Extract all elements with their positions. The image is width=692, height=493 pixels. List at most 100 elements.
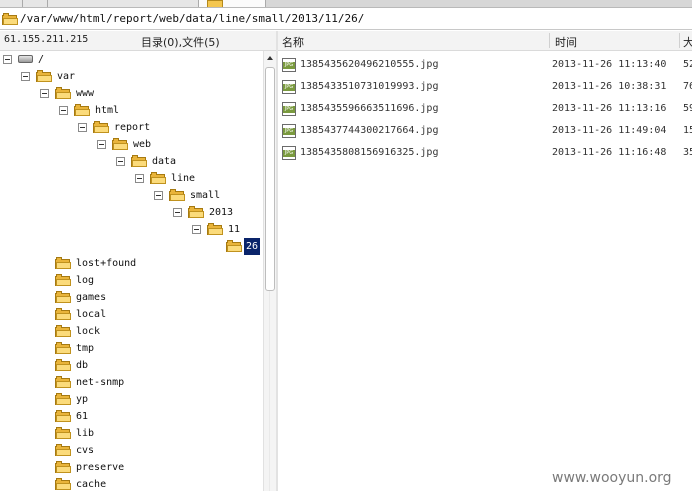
tree-node-label[interactable]: lock [76, 323, 100, 340]
tree-node-label[interactable]: var [57, 68, 75, 85]
tree-node-web[interactable]: web [0, 136, 260, 153]
tree-scrollbar[interactable] [263, 51, 276, 491]
folder-icon [55, 325, 71, 337]
tree-node-label[interactable]: cvs [76, 442, 94, 459]
tab-strip [0, 0, 692, 8]
file-name[interactable]: 1385433510731019993.jpg [300, 81, 438, 92]
tree-node-sibling[interactable]: lock [0, 323, 260, 340]
tab-1[interactable] [0, 0, 23, 7]
file-time: 2013-11-26 11:16:48 [552, 147, 667, 158]
tree-node-label[interactable]: yp [76, 391, 88, 408]
tree-node-sibling[interactable]: lib [0, 425, 260, 442]
tree-node-var[interactable]: var [0, 68, 260, 85]
tree-node-label[interactable]: tmp [76, 340, 94, 357]
tree-node-label[interactable]: web [133, 136, 151, 153]
tree-node-label[interactable]: data [152, 153, 176, 170]
tree-node-label[interactable]: log [76, 272, 94, 289]
tree-node-label[interactable]: lost+found [76, 255, 136, 272]
collapse-icon[interactable] [21, 72, 30, 81]
tab-3[interactable] [48, 0, 199, 7]
path-bar[interactable]: /var/www/html/report/web/data/line/small… [0, 8, 692, 30]
collapse-icon[interactable] [116, 157, 125, 166]
path-text[interactable]: /var/www/html/report/web/data/line/small… [20, 12, 364, 25]
tree-node-label[interactable]: local [76, 306, 106, 323]
tree-node-sibling[interactable]: yp [0, 391, 260, 408]
scroll-up-arrow-icon[interactable] [267, 56, 273, 60]
tree-node-sibling[interactable]: db [0, 357, 260, 374]
tree-node-label[interactable]: 11 [228, 221, 240, 238]
tree-node-label[interactable]: games [76, 289, 106, 306]
column-divider[interactable] [549, 33, 550, 48]
tree-node-sibling[interactable]: 61 [0, 408, 260, 425]
folder-icon [55, 461, 71, 473]
tree-node-sibling[interactable]: cache [0, 476, 260, 493]
column-header-time[interactable]: 时间 [555, 34, 577, 50]
file-name[interactable]: 1385435620496210555.jpg [300, 59, 438, 70]
folder-icon [2, 13, 18, 25]
tree-node-sibling[interactable]: preserve [0, 459, 260, 476]
column-header-size[interactable]: 大 [683, 34, 692, 50]
tree-node-label[interactable]: / [38, 51, 44, 68]
tree-node-root[interactable]: / [0, 51, 260, 68]
tree-node-label[interactable]: net-snmp [76, 374, 124, 391]
tree-node-label[interactable]: report [114, 119, 150, 136]
tree-node-line[interactable]: line [0, 170, 260, 187]
tree-node-sibling[interactable]: cvs [0, 442, 260, 459]
collapse-icon[interactable] [40, 89, 49, 98]
tree-node-label[interactable]: db [76, 357, 88, 374]
tree-node-label[interactable]: www [76, 85, 94, 102]
column-divider[interactable] [679, 33, 680, 48]
file-row[interactable]: 1385435596663511696.jpg 2013-11-26 11:13… [278, 98, 692, 120]
collapse-icon[interactable] [59, 106, 68, 115]
tree-node-label[interactable]: cache [76, 476, 106, 493]
file-time: 2013-11-26 11:49:04 [552, 125, 667, 136]
column-header-name[interactable]: 名称 [282, 34, 304, 50]
file-row[interactable]: 1385437744300217664.jpg 2013-11-26 11:49… [278, 120, 692, 142]
collapse-icon[interactable] [192, 225, 201, 234]
folder-icon [112, 138, 128, 150]
tree-node-www[interactable]: www [0, 85, 260, 102]
tree-node-11[interactable]: 11 [0, 221, 260, 238]
tree-node-sibling[interactable]: tmp [0, 340, 260, 357]
tree-node-2013[interactable]: 2013 [0, 204, 260, 221]
scrollbar-thumb[interactable] [265, 67, 275, 291]
tree-node-label[interactable]: lib [76, 425, 94, 442]
file-size: 35 [683, 147, 692, 158]
file-size: 52 [683, 59, 692, 70]
tree-node-sibling[interactable]: net-snmp [0, 374, 260, 391]
tree-node-html[interactable]: html [0, 102, 260, 119]
collapse-icon[interactable] [97, 140, 106, 149]
tree-node-label-selected[interactable]: 26 [244, 238, 261, 255]
tree-node-sibling[interactable]: log [0, 272, 260, 289]
file-size: 59 [683, 103, 692, 114]
file-name[interactable]: 1385435808156916325.jpg [300, 147, 438, 158]
tree-node-label[interactable]: small [190, 187, 220, 204]
collapse-icon[interactable] [78, 123, 87, 132]
tree-node-report[interactable]: report [0, 119, 260, 136]
file-name[interactable]: 1385435596663511696.jpg [300, 103, 438, 114]
folder-icon [36, 70, 52, 82]
collapse-icon[interactable] [135, 174, 144, 183]
tab-active[interactable] [199, 0, 266, 7]
tree-node-label[interactable]: line [171, 170, 195, 187]
tree-node-26[interactable]: 26 [0, 238, 262, 255]
jpg-file-icon [282, 102, 296, 116]
tree-node-data[interactable]: data [0, 153, 260, 170]
tree-node-sibling[interactable]: local [0, 306, 260, 323]
tab-2[interactable] [23, 0, 48, 7]
collapse-icon[interactable] [3, 55, 12, 64]
file-row[interactable]: 1385435620496210555.jpg 2013-11-26 11:13… [278, 54, 692, 76]
tree-node-sibling[interactable]: games [0, 289, 260, 306]
file-name[interactable]: 1385437744300217664.jpg [300, 125, 438, 136]
tree-node-small[interactable]: small [0, 187, 260, 204]
tree-node-label[interactable]: preserve [76, 459, 124, 476]
folder-icon [207, 223, 223, 235]
tree-node-label[interactable]: 2013 [209, 204, 233, 221]
tree-node-label[interactable]: 61 [76, 408, 88, 425]
tree-node-label[interactable]: html [95, 102, 119, 119]
collapse-icon[interactable] [154, 191, 163, 200]
file-row[interactable]: 1385435808156916325.jpg 2013-11-26 11:16… [278, 142, 692, 164]
file-row[interactable]: 1385433510731019993.jpg 2013-11-26 10:38… [278, 76, 692, 98]
collapse-icon[interactable] [173, 208, 182, 217]
tree-node-sibling[interactable]: lost+found [0, 255, 260, 272]
